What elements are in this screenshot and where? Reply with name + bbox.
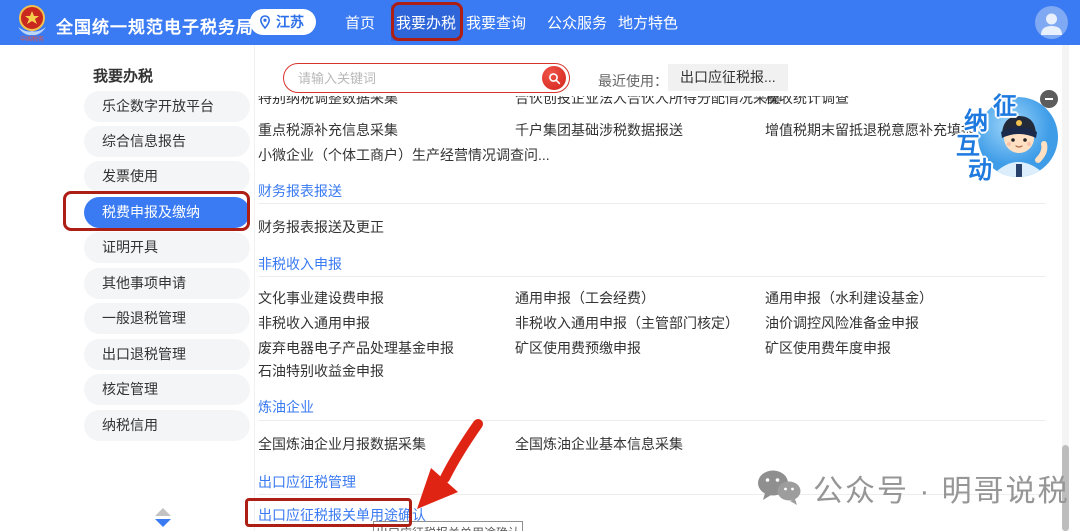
search-button[interactable] <box>542 66 566 90</box>
list-item[interactable]: 非税收入通用申报（主管部门核定） <box>515 313 739 333</box>
location-selector[interactable]: 江苏 <box>250 9 316 35</box>
list-item[interactable]: 矿区使用费年度申报 <box>765 338 891 358</box>
list-item[interactable]: 全国炼油企业月报数据采集 <box>258 434 426 454</box>
nav-home[interactable]: 首页 <box>345 12 375 33</box>
search-icon <box>548 72 560 84</box>
section-divider <box>258 203 1046 204</box>
nav-inquiry[interactable]: 我要查询 <box>466 12 526 33</box>
list-item[interactable]: 矿区使用费预缴申报 <box>515 338 641 358</box>
sidebar-scroll-up-icon[interactable] <box>155 508 171 516</box>
link-tooltip: 出口应征税报关单用途确认 <box>373 521 523 531</box>
clipped-list-row: 特别纳税调整数据采集 合伙创投企业法人合伙人所得分配情况采集 税收统计调查 <box>258 96 1058 108</box>
person-icon <box>1041 13 1062 35</box>
list-item[interactable]: 千户集团基础涉税数据报送 <box>515 120 683 140</box>
widget-minimize-button[interactable] <box>1040 90 1058 108</box>
badge-char: 动 <box>968 157 992 184</box>
sidebar-item-leqi-platform[interactable]: 乐企数字开放平台 <box>84 91 250 122</box>
sidebar-title: 我要办税 <box>93 68 154 85</box>
nav-public-service[interactable]: 公众服务 <box>547 12 607 33</box>
list-item[interactable]: 废弃电器电子产品处理基金申报 <box>258 338 454 358</box>
sidebar-item-assessment[interactable]: 核定管理 <box>84 374 250 405</box>
recent-used-button[interactable]: 出口应征税报... <box>668 64 788 91</box>
sidebar-scroll-down-icon[interactable] <box>155 519 171 527</box>
section-heading-financial-statements: 财务报表报送 <box>258 183 342 199</box>
watermark: 公众号 · 明哥说税 <box>755 466 1070 510</box>
section-heading-refinery: 炼油企业 <box>258 399 314 415</box>
list-item[interactable]: 石油特别收益金申报 <box>258 361 384 381</box>
sidebar-item-invoice-use[interactable]: 发票使用 <box>84 161 250 192</box>
sidebar-content-divider <box>254 45 255 531</box>
sidebar-item-export-refund[interactable]: 出口退税管理 <box>84 339 250 370</box>
app-title: 全国统一规范电子税务局 <box>56 18 254 37</box>
list-item[interactable]: 财务报表报送及更正 <box>258 217 384 237</box>
list-item[interactable]: 小微企业（个体工商户）生产经营情况调查问... <box>258 145 550 165</box>
header-bar: 中国税务 全国统一规范电子税务局 江苏 首页 我要办税 我要查询 公众服务 地方… <box>0 0 1080 45</box>
nav-local-features[interactable]: 地方特色 <box>618 12 678 33</box>
list-item[interactable]: 合伙创投企业法人合伙人所得分配情况采集 <box>515 96 781 108</box>
sidebar-item-tax-declaration[interactable]: 税费申报及缴纳 <box>84 197 250 228</box>
minus-icon <box>1045 98 1053 100</box>
recent-used-label: 最近使用： <box>598 73 668 89</box>
user-avatar[interactable] <box>1035 6 1068 39</box>
list-item[interactable]: 文化事业建设费申报 <box>258 288 384 308</box>
list-item[interactable]: 通用申报（工会经费） <box>515 288 655 308</box>
watermark-text: 公众号 · 明哥说税 <box>813 475 1070 508</box>
list-item[interactable]: 非税收入通用申报 <box>258 313 370 333</box>
sidebar-item-tax-credit[interactable]: 纳税信用 <box>84 410 250 441</box>
list-item[interactable]: 重点税源补充信息采集 <box>258 120 398 140</box>
section-divider <box>258 420 1046 421</box>
badge-char: 征 <box>993 93 1017 120</box>
search-input[interactable] <box>298 70 542 86</box>
sidebar-item-info-report[interactable]: 综合信息报告 <box>84 126 250 157</box>
page: 中国税务 全国统一规范电子税务局 江苏 首页 我要办税 我要查询 公众服务 地方… <box>0 0 1080 531</box>
location-pin-icon <box>259 15 271 29</box>
list-item[interactable]: 增值税期末留抵退税意愿补充填报 <box>765 120 975 140</box>
list-item[interactable]: 油价调控风险准备金申报 <box>765 313 919 333</box>
list-item[interactable]: 税收统计调查 <box>765 96 849 108</box>
section-heading-nontax-income: 非税收入申报 <box>258 256 342 272</box>
section-heading-export-taxable: 出口应征税管理 <box>258 474 356 490</box>
sidebar-item-certificates[interactable]: 证明开具 <box>84 232 250 263</box>
location-label: 江苏 <box>276 14 304 30</box>
sidebar-item-general-refund[interactable]: 一般退税管理 <box>84 303 250 334</box>
sidebar-item-other-matters[interactable]: 其他事项申请 <box>84 268 250 299</box>
tax-bureau-logo-icon: 中国税务 <box>18 5 46 43</box>
wechat-icon <box>758 470 801 505</box>
svg-text:中国税务: 中国税务 <box>20 35 44 43</box>
list-item[interactable]: 全国炼油企业基本信息采集 <box>515 434 683 454</box>
nav-tax-handling[interactable]: 我要办税 <box>396 12 456 33</box>
section-divider <box>258 276 1046 277</box>
list-item[interactable]: 通用申报（水利建设基金） <box>765 288 933 308</box>
keyword-search <box>283 63 570 93</box>
list-item[interactable]: 特别纳税调整数据采集 <box>258 96 398 108</box>
